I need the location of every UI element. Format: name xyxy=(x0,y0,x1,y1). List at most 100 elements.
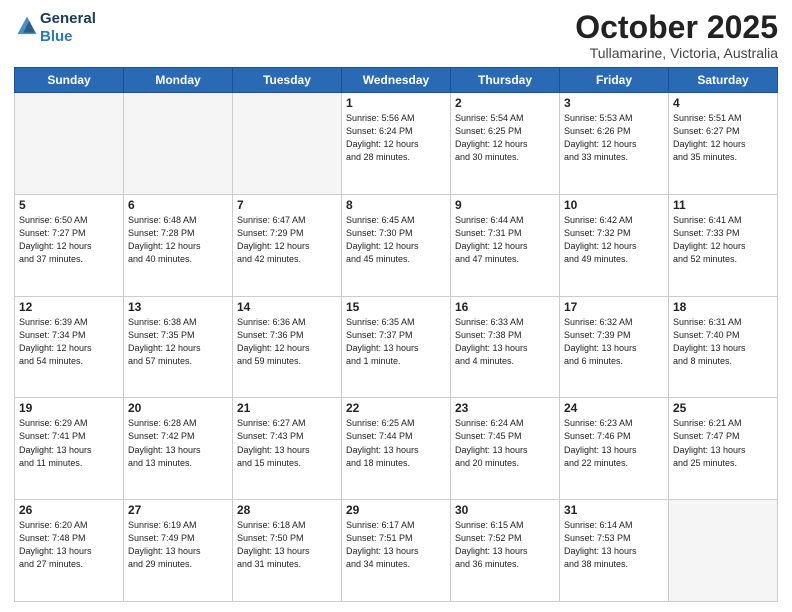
day-number: 24 xyxy=(564,401,664,415)
day-number: 27 xyxy=(128,503,228,517)
cell-info: Sunrise: 6:35 AMSunset: 7:37 PMDaylight:… xyxy=(346,316,446,368)
cell-info: Sunrise: 6:27 AMSunset: 7:43 PMDaylight:… xyxy=(237,417,337,469)
day-number: 30 xyxy=(455,503,555,517)
calendar-cell: 15 Sunrise: 6:35 AMSunset: 7:37 PMDayligh… xyxy=(342,296,451,398)
page: General Blue October 2025 Tullamarine, V… xyxy=(0,0,792,612)
cell-info: Sunrise: 5:53 AMSunset: 6:26 PMDaylight:… xyxy=(564,112,664,164)
logo-text: General Blue xyxy=(40,10,96,46)
calendar-cell xyxy=(124,93,233,195)
month-title: October 2025 xyxy=(575,10,778,45)
cell-info: Sunrise: 6:41 AMSunset: 7:33 PMDaylight:… xyxy=(673,214,773,266)
weekday-header-sunday: Sunday xyxy=(15,68,124,93)
day-number: 18 xyxy=(673,300,773,314)
cell-info: Sunrise: 6:29 AMSunset: 7:41 PMDaylight:… xyxy=(19,417,119,469)
cell-info: Sunrise: 6:23 AMSunset: 7:46 PMDaylight:… xyxy=(564,417,664,469)
logo-line1: General xyxy=(40,10,96,28)
calendar-cell: 11 Sunrise: 6:41 AMSunset: 7:33 PMDayligh… xyxy=(669,194,778,296)
day-number: 13 xyxy=(128,300,228,314)
calendar-cell: 6Sunrise: 6:48 AMSunset: 7:28 PMDaylight… xyxy=(124,194,233,296)
cell-info: Sunrise: 6:24 AMSunset: 7:45 PMDaylight:… xyxy=(455,417,555,469)
calendar-table: SundayMondayTuesdayWednesdayThursdayFrid… xyxy=(14,67,778,602)
logo-line2: Blue xyxy=(40,28,96,46)
day-number: 4 xyxy=(673,96,773,110)
calendar-cell xyxy=(15,93,124,195)
cell-info: Sunrise: 6:21 AMSunset: 7:47 PMDaylight:… xyxy=(673,417,773,469)
calendar-cell: 1 Sunrise: 5:56 AMSunset: 6:24 PMDaylight… xyxy=(342,93,451,195)
calendar-cell: 28 Sunrise: 6:18 AMSunset: 7:50 PMDayligh… xyxy=(233,500,342,602)
day-number: 25 xyxy=(673,401,773,415)
calendar-cell: 19 Sunrise: 6:29 AMSunset: 7:41 PMDayligh… xyxy=(15,398,124,500)
cell-info: Sunrise: 6:48 AMSunset: 7:28 PMDaylight:… xyxy=(128,214,228,266)
calendar-cell: 24 Sunrise: 6:23 AMSunset: 7:46 PMDayligh… xyxy=(560,398,669,500)
title-area: October 2025 Tullamarine, Victoria, Aust… xyxy=(575,10,778,61)
location-subtitle: Tullamarine, Victoria, Australia xyxy=(575,45,778,61)
weekday-header-monday: Monday xyxy=(124,68,233,93)
day-number: 7 xyxy=(237,198,337,212)
calendar-cell: 3Sunrise: 5:53 AMSunset: 6:26 PMDaylight… xyxy=(560,93,669,195)
calendar-cell: 29Sunrise: 6:17 AMSunset: 7:51 PMDayligh… xyxy=(342,500,451,602)
cell-info: Sunrise: 6:38 AMSunset: 7:35 PMDaylight:… xyxy=(128,316,228,368)
day-number: 12 xyxy=(19,300,119,314)
calendar-header: SundayMondayTuesdayWednesdayThursdayFrid… xyxy=(15,68,778,93)
logo: General Blue xyxy=(14,10,96,46)
day-number: 26 xyxy=(19,503,119,517)
day-number: 31 xyxy=(564,503,664,517)
calendar-cell: 30 Sunrise: 6:15 AMSunset: 7:52 PMDayligh… xyxy=(451,500,560,602)
cell-info: Sunrise: 6:25 AMSunset: 7:44 PMDaylight:… xyxy=(346,417,446,469)
calendar-cell: 27 Sunrise: 6:19 AMSunset: 7:49 PMDayligh… xyxy=(124,500,233,602)
header: General Blue October 2025 Tullamarine, V… xyxy=(14,10,778,61)
week-row-5: 26 Sunrise: 6:20 AMSunset: 7:48 PMDayligh… xyxy=(15,500,778,602)
calendar-cell: 18 Sunrise: 6:31 AMSunset: 7:40 PMDayligh… xyxy=(669,296,778,398)
day-number: 15 xyxy=(346,300,446,314)
cell-info: Sunrise: 6:20 AMSunset: 7:48 PMDaylight:… xyxy=(19,519,119,571)
cell-info: Sunrise: 6:14 AMSunset: 7:53 PMDaylight:… xyxy=(564,519,664,571)
cell-info: Sunrise: 6:32 AMSunset: 7:39 PMDaylight:… xyxy=(564,316,664,368)
day-number: 29 xyxy=(346,503,446,517)
day-number: 11 xyxy=(673,198,773,212)
week-row-3: 12 Sunrise: 6:39 AMSunset: 7:34 PMDayligh… xyxy=(15,296,778,398)
cell-info: Sunrise: 6:15 AMSunset: 7:52 PMDaylight:… xyxy=(455,519,555,571)
week-row-2: 5Sunrise: 6:50 AMSunset: 7:27 PMDaylight… xyxy=(15,194,778,296)
day-number: 17 xyxy=(564,300,664,314)
day-number: 28 xyxy=(237,503,337,517)
cell-info: Sunrise: 6:33 AMSunset: 7:38 PMDaylight:… xyxy=(455,316,555,368)
cell-info: Sunrise: 6:18 AMSunset: 7:50 PMDaylight:… xyxy=(237,519,337,571)
cell-info: Sunrise: 6:28 AMSunset: 7:42 PMDaylight:… xyxy=(128,417,228,469)
calendar-cell: 9 Sunrise: 6:44 AMSunset: 7:31 PMDaylight… xyxy=(451,194,560,296)
day-number: 10 xyxy=(564,198,664,212)
day-number: 22 xyxy=(346,401,446,415)
week-row-1: 1 Sunrise: 5:56 AMSunset: 6:24 PMDaylight… xyxy=(15,93,778,195)
day-number: 19 xyxy=(19,401,119,415)
cell-info: Sunrise: 6:31 AMSunset: 7:40 PMDaylight:… xyxy=(673,316,773,368)
calendar-cell: 4Sunrise: 5:51 AMSunset: 6:27 PMDaylight… xyxy=(669,93,778,195)
calendar-cell xyxy=(669,500,778,602)
weekday-header-tuesday: Tuesday xyxy=(233,68,342,93)
cell-info: Sunrise: 6:39 AMSunset: 7:34 PMDaylight:… xyxy=(19,316,119,368)
cell-info: Sunrise: 6:36 AMSunset: 7:36 PMDaylight:… xyxy=(237,316,337,368)
calendar-cell: 14 Sunrise: 6:36 AMSunset: 7:36 PMDayligh… xyxy=(233,296,342,398)
day-number: 9 xyxy=(455,198,555,212)
calendar-cell: 23Sunrise: 6:24 AMSunset: 7:45 PMDayligh… xyxy=(451,398,560,500)
calendar-cell: 21Sunrise: 6:27 AMSunset: 7:43 PMDayligh… xyxy=(233,398,342,500)
cell-info: Sunrise: 6:19 AMSunset: 7:49 PMDaylight:… xyxy=(128,519,228,571)
calendar-cell: 31 Sunrise: 6:14 AMSunset: 7:53 PMDayligh… xyxy=(560,500,669,602)
calendar-cell: 16Sunrise: 6:33 AMSunset: 7:38 PMDayligh… xyxy=(451,296,560,398)
calendar-cell: 10Sunrise: 6:42 AMSunset: 7:32 PMDayligh… xyxy=(560,194,669,296)
weekday-header-wednesday: Wednesday xyxy=(342,68,451,93)
calendar-cell: 22 Sunrise: 6:25 AMSunset: 7:44 PMDayligh… xyxy=(342,398,451,500)
calendar-cell: 7Sunrise: 6:47 AMSunset: 7:29 PMDaylight… xyxy=(233,194,342,296)
cell-info: Sunrise: 5:56 AMSunset: 6:24 PMDaylight:… xyxy=(346,112,446,164)
day-number: 1 xyxy=(346,96,446,110)
day-number: 14 xyxy=(237,300,337,314)
logo-icon xyxy=(16,15,38,37)
calendar-cell: 13 Sunrise: 6:38 AMSunset: 7:35 PMDayligh… xyxy=(124,296,233,398)
day-number: 5 xyxy=(19,198,119,212)
calendar-cell: 25 Sunrise: 6:21 AMSunset: 7:47 PMDayligh… xyxy=(669,398,778,500)
calendar-cell: 26 Sunrise: 6:20 AMSunset: 7:48 PMDayligh… xyxy=(15,500,124,602)
day-number: 20 xyxy=(128,401,228,415)
calendar-cell: 5Sunrise: 6:50 AMSunset: 7:27 PMDaylight… xyxy=(15,194,124,296)
weekday-header-thursday: Thursday xyxy=(451,68,560,93)
cell-info: Sunrise: 6:45 AMSunset: 7:30 PMDaylight:… xyxy=(346,214,446,266)
cell-info: Sunrise: 6:44 AMSunset: 7:31 PMDaylight:… xyxy=(455,214,555,266)
calendar-cell: 12 Sunrise: 6:39 AMSunset: 7:34 PMDayligh… xyxy=(15,296,124,398)
